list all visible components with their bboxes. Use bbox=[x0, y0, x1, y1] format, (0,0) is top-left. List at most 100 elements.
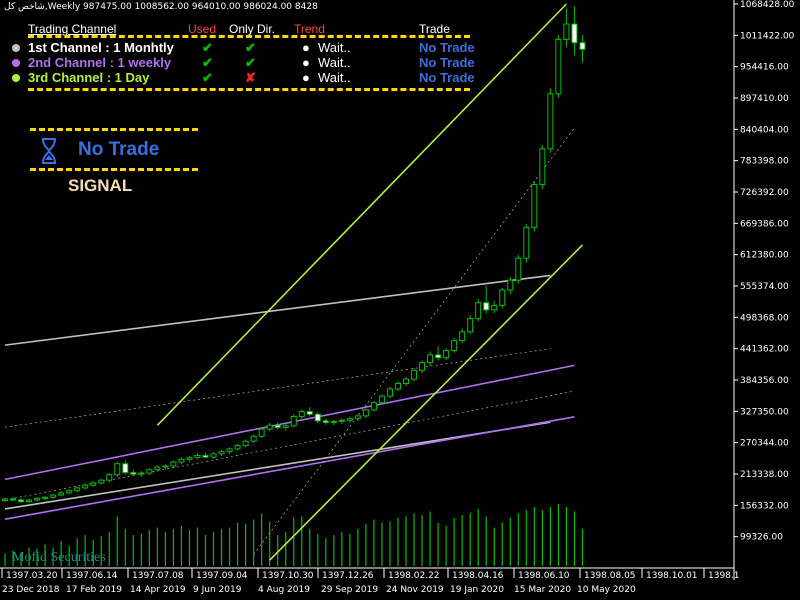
candle-body bbox=[314, 413, 321, 422]
channel-2-used-check: ✔ bbox=[202, 55, 213, 70]
channel-1-trade: No Trade bbox=[419, 40, 475, 55]
y-tick-label: 897410.00 bbox=[740, 94, 789, 104]
channel-2-label: 2nd Channel : 1 weekly bbox=[28, 55, 172, 70]
candle bbox=[346, 416, 353, 423]
candle-body bbox=[459, 331, 466, 342]
candle bbox=[162, 464, 169, 470]
candle-body bbox=[539, 148, 546, 186]
col-header-channel: Trading Channel bbox=[28, 22, 117, 36]
y-tick-label: 213338.00 bbox=[740, 470, 789, 480]
candle-body bbox=[58, 492, 65, 496]
candle-body bbox=[250, 435, 257, 442]
candle-body bbox=[427, 354, 434, 364]
candle bbox=[194, 453, 201, 460]
col-header-used: Used bbox=[188, 22, 217, 36]
col-header-only-dir: Only Dir. bbox=[229, 22, 276, 36]
candle bbox=[427, 351, 434, 366]
candle bbox=[322, 418, 329, 425]
signal-label: SIGNAL bbox=[68, 176, 133, 195]
candle bbox=[290, 414, 297, 428]
x-jalali-label: 1398.1 bbox=[708, 571, 740, 581]
x-jalali-label: 1398.10.01 bbox=[646, 571, 698, 581]
candle bbox=[571, 6, 578, 56]
y-tick-label: 555374.00 bbox=[740, 282, 789, 292]
candle bbox=[34, 497, 41, 502]
candle bbox=[483, 285, 490, 314]
candle bbox=[218, 449, 225, 457]
candle bbox=[507, 276, 514, 295]
channel-3-trend-dot: ● bbox=[302, 70, 310, 85]
channel-3-only-dir: ✘ bbox=[245, 70, 256, 85]
candle bbox=[443, 348, 450, 361]
candle bbox=[210, 452, 217, 459]
channel-3-label: 3rd Channel : 1 Day bbox=[28, 70, 150, 85]
x-date-label: 9 Jun 2019 bbox=[193, 585, 242, 595]
candle bbox=[338, 418, 345, 425]
x-jalali-label: 1397.09.04 bbox=[196, 571, 248, 581]
y-tick-label: 612380.00 bbox=[740, 251, 789, 261]
channel-row-2: 2nd Channel : 1 weekly ✔ ✔ ● Wait.. No T… bbox=[12, 55, 482, 71]
candle bbox=[491, 301, 498, 314]
signal-box: No Trade bbox=[30, 128, 198, 172]
candle-body bbox=[499, 289, 506, 306]
candle bbox=[475, 298, 482, 322]
candle-body bbox=[515, 257, 522, 281]
candle-body bbox=[186, 457, 193, 460]
x-date-label: 19 Jan 2020 bbox=[450, 585, 504, 595]
candle bbox=[451, 337, 458, 353]
candle bbox=[394, 381, 401, 392]
panel-bottom-divider bbox=[28, 88, 470, 91]
channel-row-1: 1st Channel : 1 Monhtly ✔ ✔ ● Wait.. No … bbox=[12, 40, 482, 56]
candle-body bbox=[451, 340, 458, 352]
candle-body bbox=[258, 428, 265, 437]
y-tick-label: 384356.00 bbox=[740, 376, 789, 386]
candle-body bbox=[66, 490, 73, 494]
x-jalali-label: 1398.02.22 bbox=[388, 571, 440, 581]
y-tick-label: 156332.00 bbox=[740, 501, 789, 511]
candle-body bbox=[419, 362, 426, 371]
candle-body bbox=[98, 479, 105, 484]
col-header-trade: Trade bbox=[419, 22, 450, 36]
candle bbox=[250, 434, 257, 443]
candle bbox=[435, 346, 442, 361]
candle bbox=[58, 491, 65, 497]
candle-body bbox=[162, 465, 169, 468]
candle-body bbox=[290, 415, 297, 427]
candle-body bbox=[330, 420, 337, 424]
candle-body bbox=[2, 498, 8, 502]
candle-body bbox=[194, 454, 201, 459]
x-date-label: 14 Apr 2019 bbox=[130, 585, 186, 595]
x-date-label: 29 Sep 2019 bbox=[321, 585, 378, 595]
candle-body bbox=[82, 484, 89, 489]
candle-body bbox=[443, 350, 450, 359]
candle-body bbox=[579, 42, 586, 50]
candle-body bbox=[563, 23, 570, 40]
candle bbox=[499, 287, 506, 309]
y-tick-label: 783398.00 bbox=[740, 157, 789, 167]
candle bbox=[563, 8, 570, 48]
candle bbox=[130, 469, 137, 477]
watermark: Mofid Securities bbox=[12, 550, 106, 565]
y-tick-label: 1068428.00 bbox=[740, 0, 795, 10]
candle-body bbox=[386, 388, 393, 397]
candle bbox=[467, 315, 474, 335]
candle bbox=[114, 461, 121, 477]
candle-body bbox=[435, 354, 442, 359]
candle-body bbox=[322, 420, 329, 424]
y-tick-label: 327350.00 bbox=[740, 407, 789, 417]
channel-line bbox=[4, 416, 575, 520]
candle bbox=[266, 423, 273, 432]
candle bbox=[258, 427, 265, 438]
candle-body bbox=[403, 378, 409, 384]
signal-top-divider bbox=[30, 128, 198, 131]
candle-body bbox=[138, 472, 145, 475]
candle-body bbox=[122, 463, 129, 474]
candle bbox=[74, 486, 81, 493]
candle-body bbox=[531, 184, 538, 228]
y-tick-label: 270344.00 bbox=[740, 439, 789, 449]
candle bbox=[523, 224, 530, 263]
channel-line bbox=[253, 127, 575, 555]
candle bbox=[547, 88, 554, 153]
candle-body bbox=[218, 451, 225, 455]
candle bbox=[226, 447, 233, 454]
